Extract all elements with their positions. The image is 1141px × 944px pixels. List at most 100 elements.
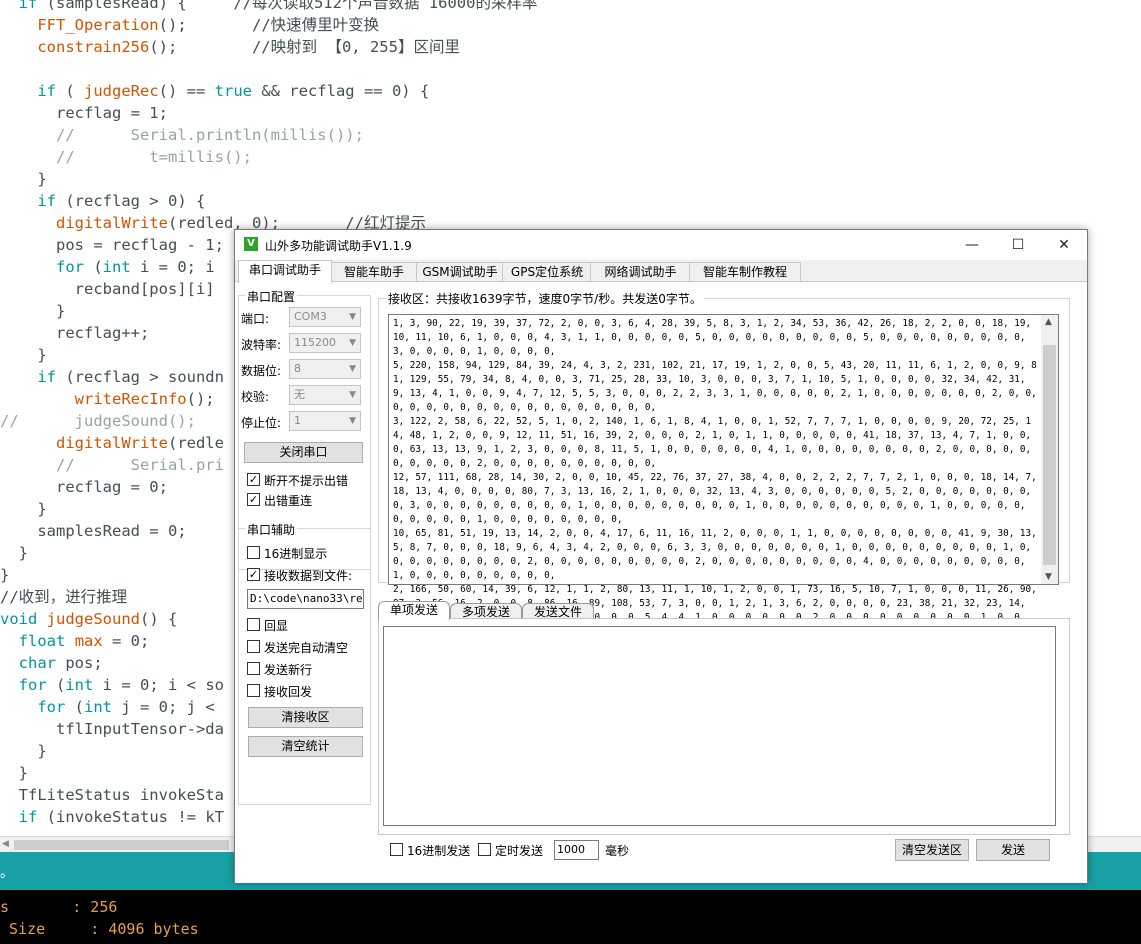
no-error-label: 断开不提示出错 [264, 474, 349, 488]
reply-label: 接收回发 [264, 685, 313, 699]
code-line: } [0, 170, 47, 188]
close-port-button[interactable]: 关闭串口 [244, 442, 363, 463]
status-text: 。 [0, 865, 14, 881]
auto-clear-checkbox[interactable] [247, 640, 260, 653]
parity-select[interactable]: 无 ▼ [289, 385, 361, 405]
maximize-button[interactable]: ☐ [995, 230, 1041, 260]
receive-scrollbar[interactable]: ▲ ▼ [1041, 315, 1058, 584]
code-line: recflag = 0; [0, 478, 168, 496]
code-line: // Serial.println(millis()); [56, 126, 364, 144]
code-line: pos = recflag - 1; [0, 236, 224, 254]
code-line: // Serial.pri [56, 456, 224, 474]
port-label: 端口: [241, 312, 270, 326]
scrollbar-thumb[interactable] [14, 840, 229, 850]
interval-unit-label: 毫秒 [605, 844, 630, 858]
port-select[interactable]: COM3 ▼ [289, 307, 361, 327]
code-line: if (samplesRead) { //每次读取512个声音数据 16000的… [18, 0, 538, 12]
code-line: for (int i = 0; i [56, 258, 215, 276]
chevron-down-icon: ▼ [349, 390, 356, 400]
code-line: if (recflag > soundn [37, 368, 224, 386]
console-line: s : 256 [0, 898, 118, 916]
tab-single-send[interactable]: 单项发送 [378, 601, 450, 620]
code-line: FFT_Operation(); //快速傅里叶变换 [37, 16, 380, 34]
code-line: } [0, 566, 10, 584]
scroll-up-icon[interactable]: ▲ [1045, 317, 1052, 327]
code-line: float max = 0; [18, 632, 150, 650]
code-line: void judgeSound() { [0, 610, 178, 628]
code-line: if (invokeStatus != kT [18, 808, 224, 826]
serial-debug-panel: 串口配置 端口: COM3 ▼ 波特率: 115200 ▼ 数据位: 8 ▼ 校验: … [235, 281, 1087, 883]
parity-value: 无 [294, 388, 305, 401]
code-line: for (int j = 0; j < [37, 698, 215, 716]
tab-tutorial[interactable]: 智能车制作教程 [689, 262, 801, 282]
code-line: tflInputTensor->da [0, 720, 224, 738]
code-line: } [0, 764, 28, 782]
receive-textarea[interactable]: 1, 3, 90, 22, 19, 39, 37, 72, 2, 0, 0, 3… [388, 314, 1059, 637]
tab-smart-car[interactable]: 智能车助手 [330, 262, 418, 282]
send-textarea[interactable] [383, 626, 1056, 826]
window-title: 山外多功能调试助手V1.1.9 [265, 239, 412, 253]
receive-text: 1, 3, 90, 22, 19, 39, 37, 72, 2, 0, 0, 3… [393, 318, 1037, 637]
code-line: recflag++; [0, 324, 150, 342]
scroll-left-icon[interactable]: ◀ [2, 839, 9, 849]
echo-checkbox[interactable] [247, 618, 260, 631]
tab-gps[interactable]: GPS定位系统 [502, 262, 592, 282]
main-tabs: 串口调试助手 智能车助手 GSM调试助手 GPS定位系统 网络调试助手 智能车制… [235, 260, 1087, 283]
file-path-input[interactable]: D:\code\nano33\res\ [247, 589, 364, 609]
serial-aux-title: 串口辅助 [245, 521, 298, 538]
code-line: if ( judgeRec() == true && recflag == 0)… [37, 82, 430, 100]
clear-stats-button[interactable]: 清空统计 [248, 736, 363, 757]
app-icon: V [244, 237, 258, 251]
tab-network[interactable]: 网络调试助手 [590, 262, 691, 282]
close-button[interactable]: ✕ [1041, 230, 1087, 260]
parity-label: 校验: [241, 390, 270, 404]
save-to-file-checkbox[interactable]: ✓ [247, 568, 260, 581]
hex-display-checkbox[interactable] [247, 546, 260, 559]
serial-assistant-window: V 山外多功能调试助手V1.1.9 — ☐ ✕ 串口调试助手 智能车助手 GSM… [234, 229, 1088, 883]
minimize-button[interactable]: — [949, 230, 995, 260]
hex-send-label: 16进制发送 [407, 844, 471, 858]
stopbits-select[interactable]: 1 ▼ [289, 411, 361, 431]
chevron-down-icon: ▼ [349, 364, 356, 374]
hex-display-label: 16进制显示 [264, 547, 328, 561]
tab-gsm[interactable]: GSM调试助手 [416, 262, 504, 282]
baud-value: 115200 [294, 336, 336, 349]
newline-checkbox[interactable] [247, 662, 260, 675]
chevron-down-icon: ▼ [349, 338, 356, 348]
port-value: COM3 [294, 310, 327, 323]
reconnect-label: 出错重连 [264, 494, 313, 508]
title-bar[interactable]: V 山外多功能调试助手V1.1.9 — ☐ ✕ [235, 230, 1087, 260]
reply-checkbox[interactable] [247, 684, 260, 697]
chevron-down-icon: ▼ [349, 416, 356, 426]
console-line: Size : 4096 bytes [0, 920, 199, 938]
baud-select[interactable]: 115200 ▼ [289, 333, 361, 353]
code-line: recband[pos][i] [0, 280, 215, 298]
scroll-down-icon[interactable]: ▼ [1045, 572, 1052, 582]
send-button[interactable]: 发送 [976, 839, 1050, 861]
code-line: // judgeSound(); [0, 412, 196, 430]
code-line: //收到，进行推理 [0, 588, 128, 606]
timed-send-checkbox[interactable] [478, 843, 491, 856]
code-line: if (recflag > 0) { [37, 192, 206, 210]
clear-send-button[interactable]: 清空发送区 [895, 839, 969, 861]
clear-receive-button[interactable]: 清接收区 [248, 707, 363, 728]
interval-input[interactable]: 1000 [554, 840, 599, 860]
code-line: samplesRead = 0; [0, 522, 187, 540]
code-line: recflag = 1; [0, 104, 168, 122]
code-line: for (int i = 0; i < so [18, 676, 224, 694]
chevron-down-icon: ▼ [349, 312, 356, 322]
save-to-file-label: 接收数据到文件: [264, 569, 353, 583]
databits-select[interactable]: 8 ▼ [289, 359, 361, 379]
reconnect-checkbox[interactable]: ✓ [247, 493, 260, 506]
code-line: } [0, 742, 47, 760]
tab-serial-debug[interactable]: 串口调试助手 [238, 260, 332, 283]
echo-label: 回显 [264, 619, 289, 633]
no-error-checkbox[interactable]: ✓ [247, 473, 260, 486]
baud-label: 波特率: [241, 338, 282, 352]
code-line: constrain256(); //映射到 【0, 255】区间里 [37, 38, 460, 56]
databits-label: 数据位: [241, 364, 282, 378]
code-line: } [0, 302, 66, 320]
hex-send-checkbox[interactable] [390, 843, 403, 856]
stopbits-value: 1 [294, 414, 301, 427]
scrollbar-thumb[interactable] [1043, 345, 1056, 565]
